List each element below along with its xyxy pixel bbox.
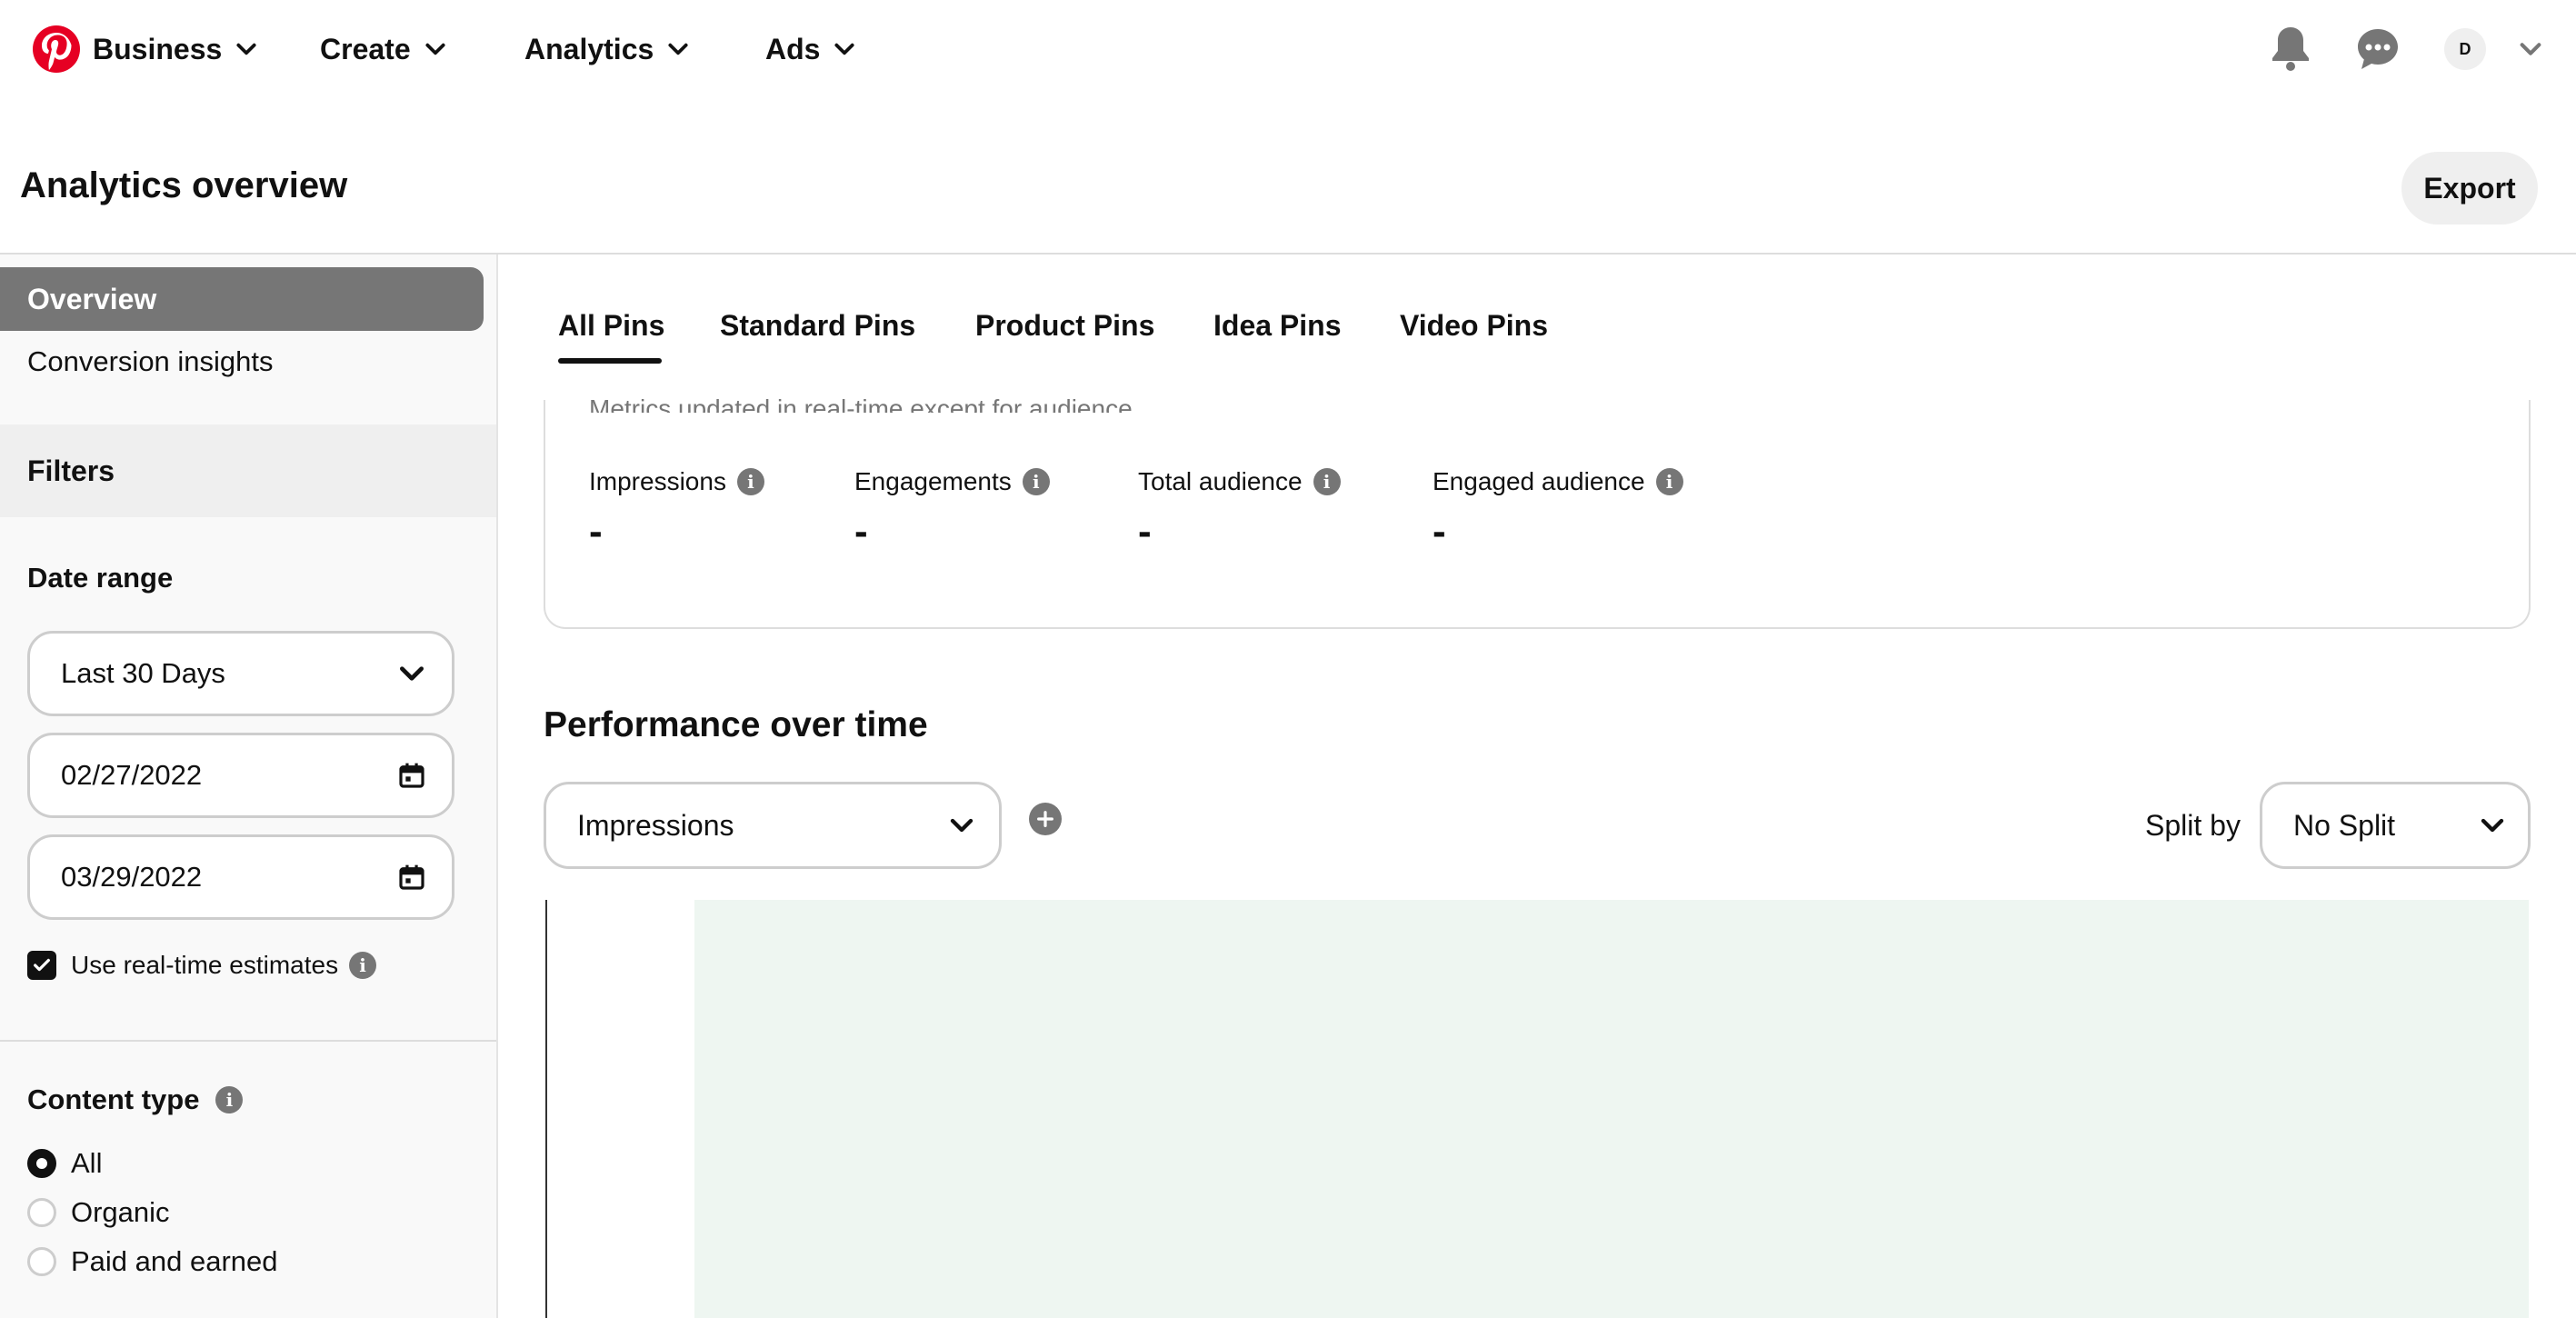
- end-date-field[interactable]: 03/29/2022: [27, 834, 454, 920]
- account-button[interactable]: D: [2443, 22, 2487, 76]
- chevron-down-icon: [2481, 818, 2504, 833]
- sidebar-item-conversion-insights[interactable]: Conversion insights: [27, 345, 274, 378]
- nav-ads-menu[interactable]: Ads: [765, 27, 856, 71]
- info-icon[interactable]: i: [215, 1086, 244, 1113]
- content-type-option-label: All: [71, 1147, 103, 1179]
- calendar-icon[interactable]: [397, 863, 426, 892]
- performance-title: Performance over time: [544, 705, 928, 744]
- nav-ads-label: Ads: [765, 32, 821, 65]
- chevron-down-icon: [2520, 43, 2541, 55]
- content-type-option-label: Paid and earned: [71, 1245, 278, 1277]
- metric-engagements: Engagements i: [854, 467, 1050, 496]
- end-date-value: 03/29/2022: [61, 861, 203, 893]
- realtime-estimates-label: Use real-time estimates: [71, 951, 339, 979]
- export-button[interactable]: Export: [2401, 152, 2538, 225]
- metric-label: Total audience: [1138, 467, 1303, 495]
- pinterest-logo-icon[interactable]: [33, 25, 80, 73]
- calendar-icon[interactable]: [397, 761, 426, 790]
- nav-business-label: Business: [93, 32, 223, 65]
- metric-value: -: [589, 509, 603, 554]
- sidebar-item-overview[interactable]: Overview: [0, 267, 484, 331]
- metric-label: Impressions: [589, 467, 726, 495]
- realtime-estimates-row: Use real-time estimates i: [27, 951, 377, 980]
- split-by-value: No Split: [2293, 808, 2396, 842]
- nav-create-menu[interactable]: Create: [320, 27, 447, 71]
- messages-button[interactable]: [2351, 22, 2405, 76]
- nav-create-label: Create: [320, 32, 411, 65]
- metric-engaged-audience: Engaged audience i: [1433, 467, 1683, 496]
- info-icon[interactable]: i: [1022, 468, 1050, 495]
- metric-total-audience: Total audience i: [1138, 467, 1341, 496]
- chevron-down-icon: [236, 43, 256, 55]
- content-type-option-organic[interactable]: Organic: [27, 1196, 170, 1229]
- realtime-estimates-checkbox[interactable]: [27, 951, 56, 980]
- radio-button[interactable]: [27, 1247, 56, 1276]
- info-icon[interactable]: i: [349, 952, 377, 979]
- tab-all-pins[interactable]: All Pins: [558, 309, 664, 343]
- date-range-select-value: Last 30 Days: [61, 657, 225, 689]
- metrics-update-note: Metrics updated in real-time except for …: [589, 394, 1140, 413]
- speech-bubble-icon: [2358, 29, 2398, 69]
- tab-video-pins[interactable]: Video Pins: [1400, 309, 1548, 343]
- metric-value: -: [1433, 509, 1446, 554]
- avatar: D: [2444, 28, 2486, 70]
- filters-heading: Filters: [0, 424, 496, 517]
- tab-idea-pins[interactable]: Idea Pins: [1213, 309, 1342, 343]
- metric-label: Engaged audience: [1433, 467, 1645, 495]
- info-icon[interactable]: i: [1313, 468, 1341, 495]
- info-icon[interactable]: i: [736, 468, 764, 495]
- split-by-select[interactable]: No Split: [2260, 782, 2531, 869]
- notifications-button[interactable]: [2263, 22, 2318, 76]
- date-range-label: Date range: [27, 562, 174, 594]
- nav-analytics-label: Analytics: [524, 32, 654, 65]
- content-type-label: Content type: [27, 1083, 200, 1115]
- metric-value: -: [1138, 509, 1152, 554]
- performance-metric-select[interactable]: Impressions: [544, 782, 1002, 869]
- content-type-option-all[interactable]: All: [27, 1147, 102, 1180]
- start-date-value: 02/27/2022: [61, 759, 203, 791]
- chevron-down-icon: [668, 43, 688, 55]
- nav-analytics-menu[interactable]: Analytics: [524, 27, 690, 71]
- radio-button[interactable]: [27, 1198, 56, 1227]
- chevron-down-icon: [950, 818, 973, 833]
- split-by-label: Split by: [2145, 809, 2241, 842]
- checkmark-icon: [34, 958, 50, 972]
- chevron-down-icon: [425, 43, 445, 55]
- active-tab-indicator: [558, 358, 662, 364]
- content-type-heading: Content type i: [27, 1083, 244, 1116]
- metric-impressions: Impressions i: [589, 467, 764, 496]
- account-menu-button[interactable]: [2512, 22, 2549, 76]
- performance-metric-value: Impressions: [577, 808, 734, 842]
- page-title: Analytics overview: [20, 165, 348, 205]
- chart-plot-area: [694, 900, 2529, 1318]
- content-type-option-label: Organic: [71, 1196, 170, 1228]
- chevron-down-icon: [400, 666, 424, 681]
- sidebar-divider: [0, 1040, 496, 1042]
- metric-value: -: [854, 509, 868, 554]
- tab-standard-pins[interactable]: Standard Pins: [720, 309, 915, 343]
- metrics-card: [544, 400, 2531, 629]
- radio-button[interactable]: [27, 1149, 56, 1178]
- date-range-select[interactable]: Last 30 Days: [27, 631, 454, 716]
- add-metric-button[interactable]: [1029, 803, 1062, 835]
- plus-icon: [1037, 811, 1053, 827]
- nav-business-menu[interactable]: Business: [93, 27, 258, 71]
- sidebar: Overview Conversion insights Filters Dat…: [0, 255, 498, 1318]
- start-date-field[interactable]: 02/27/2022: [27, 733, 454, 818]
- chevron-down-icon: [834, 43, 855, 55]
- metric-label: Engagements: [854, 467, 1012, 495]
- content-type-option-paid[interactable]: Paid and earned: [27, 1245, 278, 1278]
- bell-icon: [2272, 27, 2309, 71]
- performance-chart: [545, 900, 2529, 1318]
- top-navigation: Business Create Analytics Ads D: [0, 0, 2576, 98]
- info-icon[interactable]: i: [1655, 468, 1683, 495]
- tab-product-pins[interactable]: Product Pins: [975, 309, 1154, 343]
